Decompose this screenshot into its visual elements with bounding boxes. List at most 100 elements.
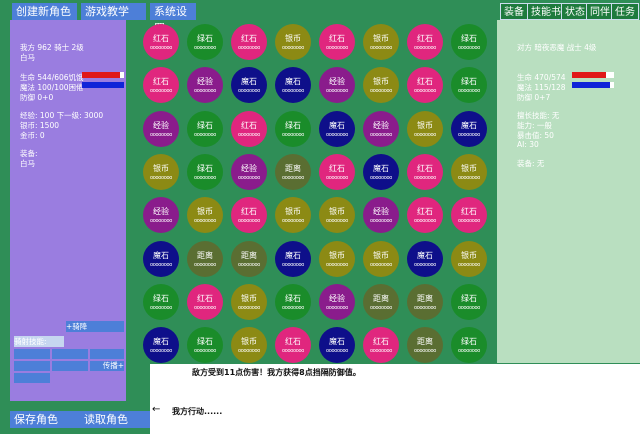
- tab-skill-book[interactable]: 技能书: [527, 3, 565, 20]
- gem-cell[interactable]: 红石 oooooooo: [275, 327, 311, 363]
- gem-cell[interactable]: 魔石 oooooooo: [319, 327, 355, 363]
- gem-cell[interactable]: 银币 oooooooo: [275, 24, 311, 60]
- gem-cell[interactable]: 红石 oooooooo: [231, 197, 267, 233]
- gem-cell[interactable]: 绿石 oooooooo: [451, 284, 487, 320]
- gem-label: 魔石: [285, 77, 301, 86]
- gem-cell[interactable]: 红石 oooooooo: [407, 24, 443, 60]
- gem-cell[interactable]: 银币 oooooooo: [451, 154, 487, 190]
- create-role-button[interactable]: 创建新角色: [12, 3, 77, 20]
- skill-slot-2[interactable]: [52, 349, 88, 359]
- gem-label: 红石: [153, 77, 169, 86]
- gem-cell[interactable]: 魔石 oooooooo: [451, 111, 487, 147]
- load-role-button[interactable]: 读取角色: [80, 411, 150, 428]
- gem-dots: oooooooo: [457, 132, 481, 138]
- gem-cell[interactable]: 红石 oooooooo: [407, 154, 443, 190]
- gem-cell[interactable]: 银币 oooooooo: [451, 241, 487, 277]
- gem-cell[interactable]: 银币 oooooooo: [143, 154, 179, 190]
- log-line-damage: 敌方受到11点伤害！我方获得8点挡隔防御值。: [192, 368, 361, 377]
- gem-cell[interactable]: 红石 oooooooo: [451, 197, 487, 233]
- gem-label: 银币: [329, 251, 345, 260]
- gem-cell[interactable]: 绿石 oooooooo: [187, 327, 223, 363]
- gem-cell[interactable]: 红石 oooooooo: [407, 197, 443, 233]
- save-role-button[interactable]: 保存角色: [10, 411, 84, 428]
- enemy-hp-bar: [572, 72, 607, 78]
- gem-cell[interactable]: 距离 oooooooo: [407, 284, 443, 320]
- skill-slot-4[interactable]: [14, 361, 50, 371]
- gem-cell[interactable]: 距离 oooooooo: [363, 284, 399, 320]
- gem-dots: oooooooo: [457, 45, 481, 51]
- gem-cell[interactable]: 银币 oooooooo: [363, 241, 399, 277]
- gem-dots: oooooooo: [281, 175, 305, 181]
- gem-cell[interactable]: 魔石 oooooooo: [143, 327, 179, 363]
- gem-cell[interactable]: 经验 oooooooo: [363, 111, 399, 147]
- gem-cell[interactable]: 银币 oooooooo: [231, 284, 267, 320]
- skill-slot-3[interactable]: [90, 349, 124, 359]
- gem-cell[interactable]: 距离 oooooooo: [407, 327, 443, 363]
- gem-label: 经验: [153, 121, 169, 130]
- gem-cell[interactable]: 魔石 oooooooo: [407, 241, 443, 277]
- tutorial-button[interactable]: 游戏教学: [81, 3, 146, 20]
- tab-equipment[interactable]: 装备: [500, 3, 528, 20]
- gem-cell[interactable]: 红石 oooooooo: [407, 67, 443, 103]
- gem-cell[interactable]: 银币 oooooooo: [187, 197, 223, 233]
- gem-cell[interactable]: 距离 oooooooo: [275, 154, 311, 190]
- gem-cell[interactable]: 绿石 oooooooo: [143, 284, 179, 320]
- gem-cell[interactable]: 银币 oooooooo: [319, 241, 355, 277]
- gem-cell[interactable]: 红石 oooooooo: [363, 327, 399, 363]
- gem-label: 距离: [285, 164, 301, 173]
- skill-slot-5[interactable]: [52, 361, 88, 371]
- gem-cell[interactable]: 绿石 oooooooo: [275, 284, 311, 320]
- gem-dots: oooooooo: [369, 218, 393, 224]
- gem-label: 银币: [461, 251, 477, 260]
- gem-cell[interactable]: 魔石 oooooooo: [363, 154, 399, 190]
- gem-cell[interactable]: 经验 oooooooo: [143, 197, 179, 233]
- skill-slot-6[interactable]: [14, 373, 50, 383]
- gem-cell[interactable]: 绿石 oooooooo: [451, 67, 487, 103]
- gem-cell[interactable]: 魔石 oooooooo: [231, 67, 267, 103]
- gem-cell[interactable]: 银币 oooooooo: [275, 197, 311, 233]
- gem-cell[interactable]: 距离 oooooooo: [187, 241, 223, 277]
- gem-cell[interactable]: 经验 oooooooo: [319, 284, 355, 320]
- log-line-turn: 我方行动......: [172, 407, 223, 416]
- gem-cell[interactable]: 红石 oooooooo: [231, 111, 267, 147]
- gem-cell[interactable]: 绿石 oooooooo: [451, 24, 487, 60]
- gem-dots: oooooooo: [413, 175, 437, 181]
- gem-label: 绿石: [197, 121, 213, 130]
- gem-cell[interactable]: 红石 oooooooo: [143, 67, 179, 103]
- gem-label: 经验: [373, 121, 389, 130]
- skill-button-spread[interactable]: 传播+: [90, 361, 124, 371]
- gem-cell[interactable]: 经验 oooooooo: [143, 111, 179, 147]
- gem-label: 银币: [153, 164, 169, 173]
- gem-cell[interactable]: 绿石 oooooooo: [187, 24, 223, 60]
- skill-slot-1[interactable]: [14, 349, 50, 359]
- gem-dots: oooooooo: [193, 45, 217, 51]
- gem-cell[interactable]: 银币 oooooooo: [231, 327, 267, 363]
- tab-companion[interactable]: 同伴: [586, 3, 614, 20]
- gem-cell[interactable]: 魔石 oooooooo: [143, 241, 179, 277]
- gem-cell[interactable]: 红石 oooooooo: [187, 284, 223, 320]
- gem-cell[interactable]: 绿石 oooooooo: [187, 154, 223, 190]
- tab-status[interactable]: 状态: [561, 3, 589, 20]
- tab-quest[interactable]: 任务: [611, 3, 639, 20]
- gem-cell[interactable]: 银币 oooooooo: [363, 24, 399, 60]
- gem-cell[interactable]: 经验 oooooooo: [231, 154, 267, 190]
- gem-cell[interactable]: 绿石 oooooooo: [275, 111, 311, 147]
- gem-cell[interactable]: 绿石 oooooooo: [451, 327, 487, 363]
- gem-cell[interactable]: 银币 oooooooo: [319, 197, 355, 233]
- gem-cell[interactable]: 银币 oooooooo: [407, 111, 443, 147]
- gem-cell[interactable]: 红石 oooooooo: [143, 24, 179, 60]
- gem-cell[interactable]: 经验 oooooooo: [363, 197, 399, 233]
- gem-cell[interactable]: 魔石 oooooooo: [319, 111, 355, 147]
- gem-cell[interactable]: 银币 oooooooo: [363, 67, 399, 103]
- gem-cell[interactable]: 距离 oooooooo: [231, 241, 267, 277]
- gem-cell[interactable]: 红石 oooooooo: [319, 24, 355, 60]
- gem-cell[interactable]: 红石 oooooooo: [319, 154, 355, 190]
- skill-button-ride[interactable]: +骑降: [66, 321, 124, 332]
- gem-cell[interactable]: 经验 oooooooo: [319, 67, 355, 103]
- gem-cell[interactable]: 魔石 oooooooo: [275, 67, 311, 103]
- gem-cell[interactable]: 魔石 oooooooo: [275, 241, 311, 277]
- gem-cell[interactable]: 绿石 oooooooo: [187, 111, 223, 147]
- gem-cell[interactable]: 红石 oooooooo: [231, 24, 267, 60]
- settings-button[interactable]: 系统设置: [150, 3, 196, 35]
- gem-cell[interactable]: 经验 oooooooo: [187, 67, 223, 103]
